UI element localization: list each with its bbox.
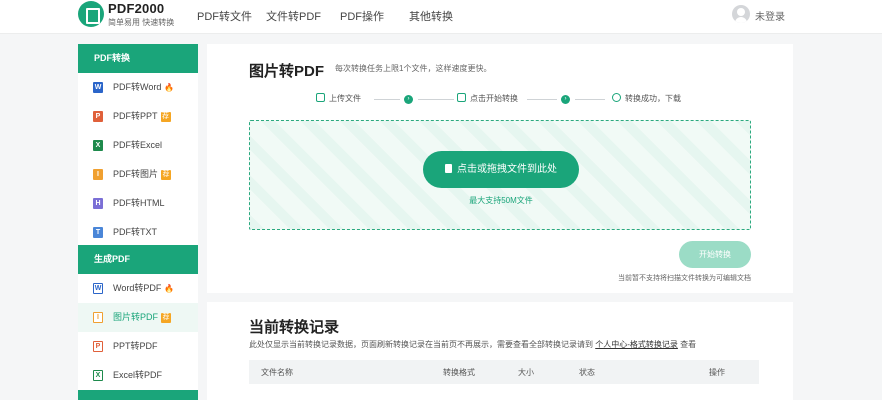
excel-file-icon: X: [93, 370, 103, 381]
step-connector: [374, 99, 400, 100]
sidebar: PDF转换 W PDF转Word 🔥 P PDF转PPT 荐 X PDF转Excel…: [78, 44, 198, 400]
logo-icon[interactable]: [78, 1, 104, 27]
sidebar-item-label: PDF转Word: [113, 82, 162, 92]
column-status: 状态: [579, 368, 595, 377]
html-file-icon: H: [93, 198, 103, 209]
records-center-link[interactable]: 个人中心-格式转换记录: [595, 340, 678, 349]
sidebar-item-pdf-to-word[interactable]: W PDF转Word 🔥: [78, 73, 198, 102]
nav-file-to-pdf[interactable]: 文件转PDF: [266, 8, 321, 24]
nav-pdf-operations[interactable]: PDF操作: [340, 8, 384, 24]
sidebar-item-pdf-to-image[interactable]: I PDF转图片荐: [78, 160, 198, 189]
file-drop-zone[interactable]: 点击或拖拽文件到此处 最大支持50M文件: [249, 120, 751, 230]
user-avatar-icon[interactable]: [732, 5, 750, 23]
sidebar-item-label: PDF转Excel: [113, 140, 163, 150]
sidebar-item-label: PDF转HTML: [113, 198, 165, 208]
max-size-hint: 最大支持50M文件: [469, 196, 533, 205]
page-title: 图片转PDF: [249, 63, 325, 80]
records-desc-text: 此处仅显示当前转换记录数据，页面刷新转换记录在当前页不再展示，需要查看全部转换记…: [249, 340, 593, 349]
sidebar-item-excel-to-pdf[interactable]: X Excel转PDF: [78, 361, 198, 390]
recommend-badge: 荐: [161, 169, 172, 180]
scan-note: 当前暂不支持将扫描文件转换为可编辑文档: [618, 275, 751, 282]
brand-subtitle: 简单易用 快速转换: [108, 18, 175, 27]
sidebar-item-pdf-to-txt[interactable]: T PDF转TXT: [78, 218, 198, 247]
image-file-icon: I: [93, 169, 103, 180]
ppt-file-icon: P: [93, 341, 103, 352]
step-connector: [527, 99, 557, 100]
file-icon: [445, 164, 452, 173]
step-label: 转换成功，下载: [625, 94, 681, 103]
word-file-icon: W: [93, 283, 103, 294]
records-title: 当前转换记录: [249, 319, 340, 336]
step-label: 点击开始转换: [470, 94, 518, 103]
step-upload: 上传文件: [316, 93, 361, 104]
image-file-icon: I: [93, 312, 103, 323]
records-table-header: 文件名称 转换格式 大小 状态 操作: [249, 360, 759, 384]
step-label: 上传文件: [329, 94, 361, 103]
sidebar-item-ppt-to-pdf[interactable]: P PPT转PDF: [78, 332, 198, 361]
sidebar-item-label: PDF转TXT: [113, 227, 157, 237]
top-header: PDF2000 简单易用 快速转换 PDF转文件 文件转PDF PDF操作 其他…: [0, 0, 882, 34]
ppt-file-icon: P: [93, 111, 103, 122]
column-actions: 操作: [709, 368, 725, 377]
txt-file-icon: T: [93, 227, 103, 238]
page-subtitle: 每次转换任务上限1个文件，这样速度更快。: [335, 64, 492, 73]
sidebar-section-create-pdf: 生成PDF: [78, 245, 198, 274]
sidebar-section-cut-off: [78, 390, 198, 400]
sidebar-item-pdf-to-excel[interactable]: X PDF转Excel: [78, 131, 198, 160]
recommend-badge: 荐: [161, 312, 172, 323]
records-card: 当前转换记录 此处仅显示当前转换记录数据，页面刷新转换记录在当前页不再展示，需要…: [207, 302, 793, 400]
step-arrow-icon: ›: [561, 95, 570, 104]
sidebar-item-label: PPT转PDF: [113, 341, 158, 351]
upload-file-icon: [316, 93, 325, 102]
column-format: 转换格式: [443, 368, 475, 377]
upload-button-label: 点击或拖拽文件到此处: [457, 164, 557, 175]
nav-pdf-to-file[interactable]: PDF转文件: [197, 8, 252, 24]
upload-card: 图片转PDF 每次转换任务上限1个文件，这样速度更快。 上传文件 › 点击开始转…: [207, 44, 793, 293]
upload-button[interactable]: 点击或拖拽文件到此处: [423, 151, 579, 188]
check-circle-icon: [612, 93, 621, 102]
document-icon: [457, 93, 466, 102]
sidebar-item-label: Word转PDF: [113, 283, 162, 293]
login-link[interactable]: 未登录: [755, 8, 785, 23]
step-connector: [575, 99, 605, 100]
nav-other-conversions[interactable]: 其他转换: [409, 8, 453, 24]
sidebar-item-label: 图片转PDF: [113, 312, 159, 322]
fire-icon: 🔥: [164, 83, 175, 92]
start-convert-button[interactable]: 开始转换: [679, 241, 751, 268]
sidebar-item-pdf-to-html[interactable]: H PDF转HTML: [78, 189, 198, 218]
sidebar-item-label: PDF转PPT: [113, 111, 158, 121]
records-description: 此处仅显示当前转换记录数据，页面刷新转换记录在当前页不再展示，需要查看全部转换记…: [249, 339, 696, 350]
step-download: 转换成功，下载: [612, 93, 681, 104]
sidebar-item-label: PDF转图片: [113, 169, 159, 179]
sidebar-item-image-to-pdf[interactable]: I 图片转PDF 荐: [78, 303, 198, 332]
column-size: 大小: [518, 368, 534, 377]
excel-file-icon: X: [93, 140, 103, 151]
sidebar-item-pdf-to-ppt[interactable]: P PDF转PPT 荐: [78, 102, 198, 131]
sidebar-section-pdf-convert: PDF转换: [78, 44, 198, 73]
step-start: 点击开始转换: [457, 93, 518, 104]
fire-icon: 🔥: [164, 284, 175, 293]
sidebar-item-word-to-pdf[interactable]: W Word转PDF 🔥: [78, 274, 198, 303]
recommend-badge: 荐: [160, 111, 171, 122]
step-arrow-icon: ›: [404, 95, 413, 104]
column-filename: 文件名称: [261, 368, 293, 377]
word-file-icon: W: [93, 82, 103, 93]
records-desc-tail: 查看: [680, 340, 697, 349]
step-connector: [418, 99, 454, 100]
sidebar-item-label: Excel转PDF: [113, 370, 163, 380]
brand-title[interactable]: PDF2000: [108, 1, 164, 16]
